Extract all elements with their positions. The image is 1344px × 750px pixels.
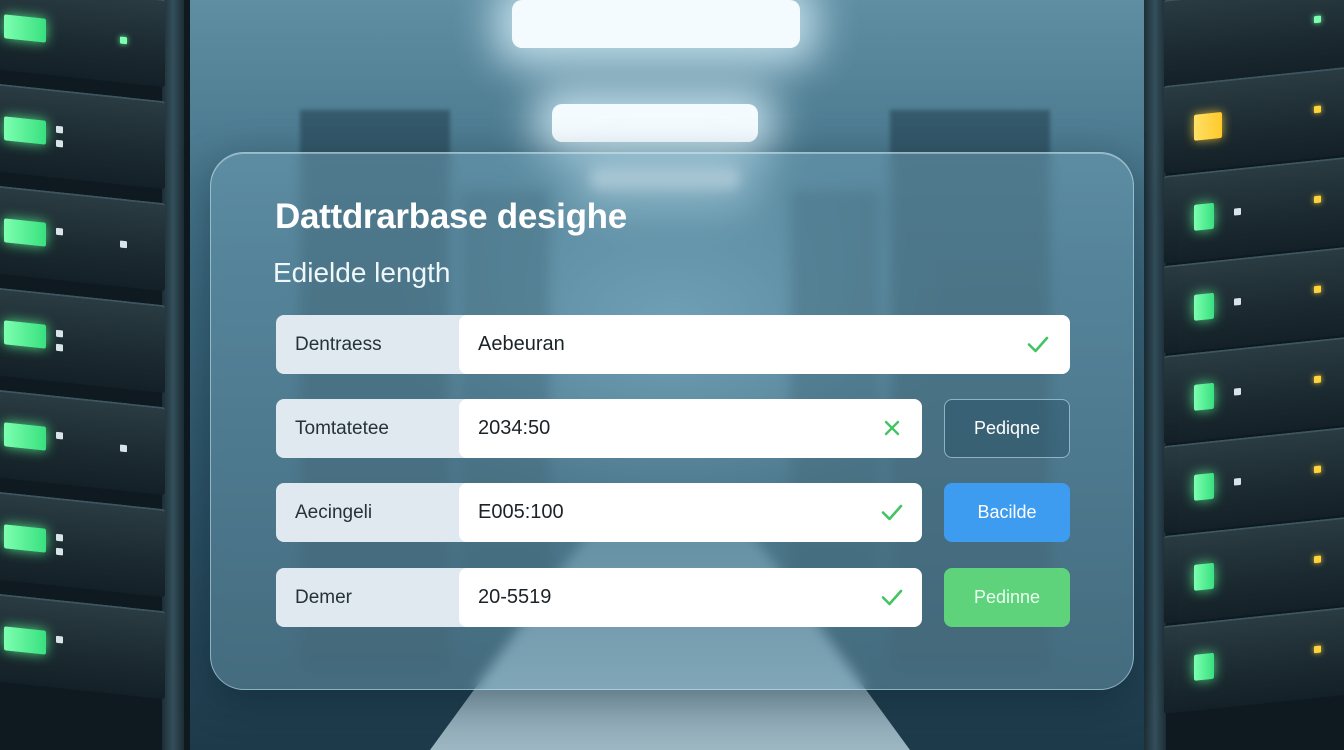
server-unit [1164,426,1344,534]
status-led [1314,15,1321,24]
status-led [56,227,63,236]
status-led [56,547,63,556]
status-led [1234,387,1241,396]
panel-subtitle: Edielde length [273,257,451,288]
server-unit [0,0,165,88]
status-led [1194,292,1214,321]
status-led [1234,207,1241,216]
server-unit [0,490,165,598]
status-led [1194,382,1214,411]
field-input[interactable] [459,568,922,627]
left-server-rack [0,0,190,750]
status-led [4,116,46,145]
server-unit [1164,246,1344,354]
status-led [1234,297,1241,306]
status-led [4,524,46,553]
status-led [120,36,127,45]
status-led [4,320,46,349]
field-input[interactable] [459,483,922,542]
ceiling-light [512,0,800,48]
server-unit [0,184,165,292]
field-label: Demer [276,568,476,627]
check-icon [1027,336,1049,353]
status-led [56,533,63,542]
status-led [1234,477,1241,486]
check-icon [881,504,903,521]
status-led [1194,202,1214,231]
server-unit [0,592,165,700]
field-row: Demer Pedinne [276,568,1070,627]
status-led [56,343,63,352]
status-led [1194,472,1214,501]
status-led [56,139,63,148]
status-led [1314,465,1321,474]
field-input[interactable] [459,315,1070,374]
action-button[interactable]: Bacilde [944,483,1070,542]
status-led [1194,652,1214,681]
field-label: Aecingeli [276,483,476,542]
field-row: Dentraess [276,315,1070,374]
status-led [4,422,46,451]
server-room-background: Dattdrarbase desighe Edielde length Dent… [0,0,1344,750]
status-led [56,431,63,440]
ceiling-light [552,104,758,142]
status-led [1314,195,1321,204]
database-design-panel: Dattdrarbase desighe Edielde length Dent… [210,152,1134,690]
server-unit [0,286,165,394]
status-led [4,218,46,247]
status-led [56,635,63,644]
server-unit [1164,606,1344,714]
field-row: Aecingeli Bacilde [276,483,1070,542]
server-unit [1164,336,1344,444]
rack-post [1144,0,1166,750]
server-unit [1164,156,1344,264]
server-unit [0,388,165,496]
status-led [1314,375,1321,384]
status-led [1194,111,1222,141]
status-led [1194,562,1214,591]
cross-icon [884,420,900,436]
field-input[interactable] [459,399,922,458]
status-led [120,240,127,249]
server-unit [0,82,165,190]
panel-title: Dattdrarbase desighe [275,197,627,236]
status-led [4,14,46,43]
status-led [1314,105,1321,114]
server-unit [1164,516,1344,624]
server-unit [1164,66,1344,174]
right-server-rack [1144,0,1344,750]
field-row: Tomtatetee Pediqne [276,399,1070,458]
status-led [1314,555,1321,564]
field-label: Tomtatetee [276,399,476,458]
field-label: Dentraess [276,315,476,374]
status-led [1314,285,1321,294]
status-led [56,125,63,134]
action-button[interactable]: Pediqne [944,399,1070,458]
check-icon [881,589,903,606]
status-led [120,444,127,453]
status-led [56,329,63,338]
rack-post [162,0,184,750]
status-led [1314,645,1321,654]
action-button[interactable]: Pedinne [944,568,1070,627]
status-led [4,626,46,655]
